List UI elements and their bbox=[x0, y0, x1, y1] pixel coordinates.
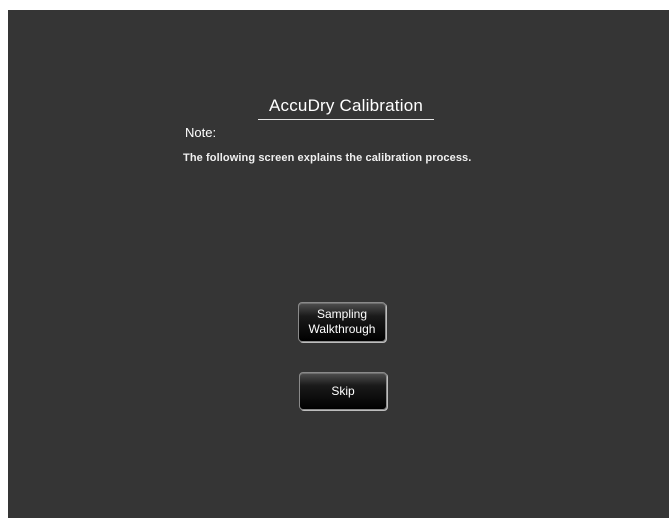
calibration-screen: AccuDry Calibration Note: The following … bbox=[8, 10, 669, 518]
note-label: Note: bbox=[185, 125, 217, 140]
sampling-walkthrough-button[interactable]: Sampling Walkthrough bbox=[298, 302, 386, 342]
note-text: The following screen explains the calibr… bbox=[183, 152, 472, 164]
skip-button[interactable]: Skip bbox=[299, 372, 387, 410]
page-title: AccuDry Calibration bbox=[258, 96, 434, 120]
skip-button-label: Skip bbox=[331, 383, 355, 398]
sampling-button-label-line2: Walkthrough bbox=[308, 322, 376, 336]
sampling-button-label-line1: Sampling bbox=[316, 307, 368, 321]
